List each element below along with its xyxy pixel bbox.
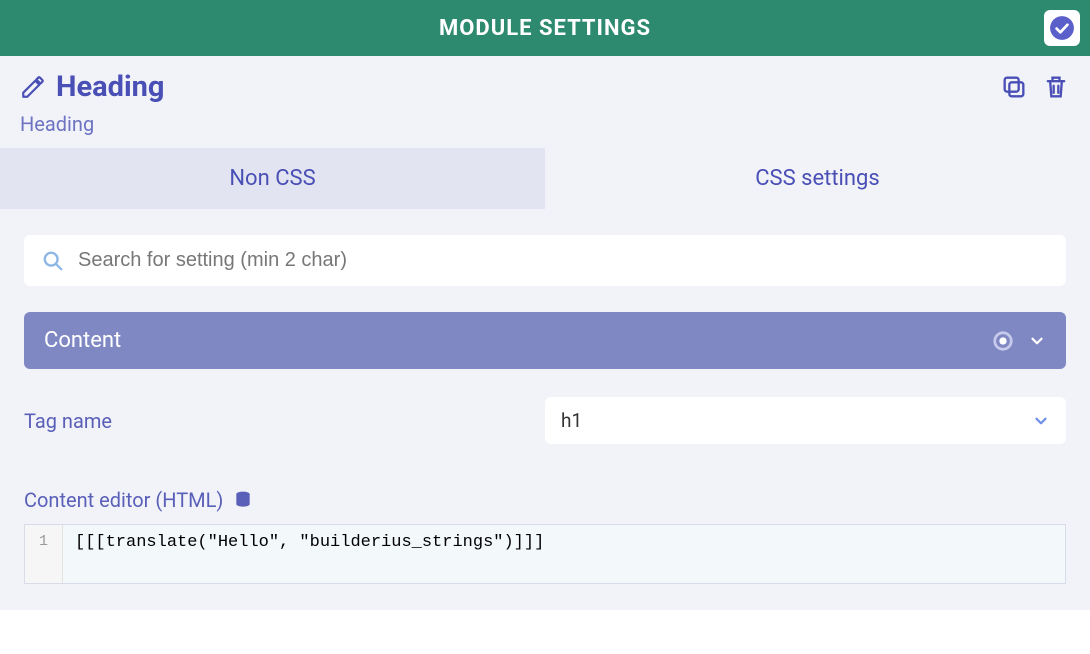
tag-name-row: Tag name h1 (24, 397, 1066, 444)
module-info: Heading Heading (0, 56, 1090, 148)
trash-icon[interactable] (1042, 73, 1070, 101)
chevron-down-icon (1028, 332, 1046, 350)
panel-title: MODULE SETTINGS (439, 16, 651, 41)
line-number: 1 (25, 525, 63, 583)
tag-name-value: h1 (561, 409, 582, 432)
chevron-down-icon (1032, 412, 1050, 430)
confirm-button[interactable] (1044, 10, 1080, 46)
module-title: Heading (56, 70, 164, 104)
database-icon[interactable] (233, 490, 253, 510)
radio-icon (992, 330, 1014, 352)
search-input[interactable] (78, 249, 1048, 272)
panel-header: MODULE SETTINGS (0, 0, 1090, 56)
panel-body: Content Tag name h1 Content edit (0, 209, 1090, 610)
module-settings-panel: MODULE SETTINGS Heading (0, 0, 1090, 610)
tab-css-settings[interactable]: CSS settings (545, 148, 1090, 209)
search-bar (24, 235, 1066, 286)
check-circle-icon (1049, 15, 1075, 41)
tabs: Non CSS CSS settings (0, 148, 1090, 209)
tag-name-label: Tag name (24, 409, 545, 433)
code-editor[interactable]: 1 [[[translate("Hello", "builderius_stri… (24, 524, 1066, 584)
section-title: Content (44, 328, 121, 353)
section-content[interactable]: Content (24, 312, 1066, 369)
module-subtitle: Heading (20, 112, 1070, 136)
content-editor-label: Content editor (HTML) (24, 488, 1066, 512)
tag-name-select[interactable]: h1 (545, 397, 1066, 444)
tab-non-css[interactable]: Non CSS (0, 148, 545, 209)
edit-icon[interactable] (20, 74, 46, 100)
duplicate-icon[interactable] (1000, 73, 1028, 101)
search-icon (42, 250, 64, 272)
code-line-1[interactable]: [[[translate("Hello", "builderius_string… (63, 525, 1065, 583)
